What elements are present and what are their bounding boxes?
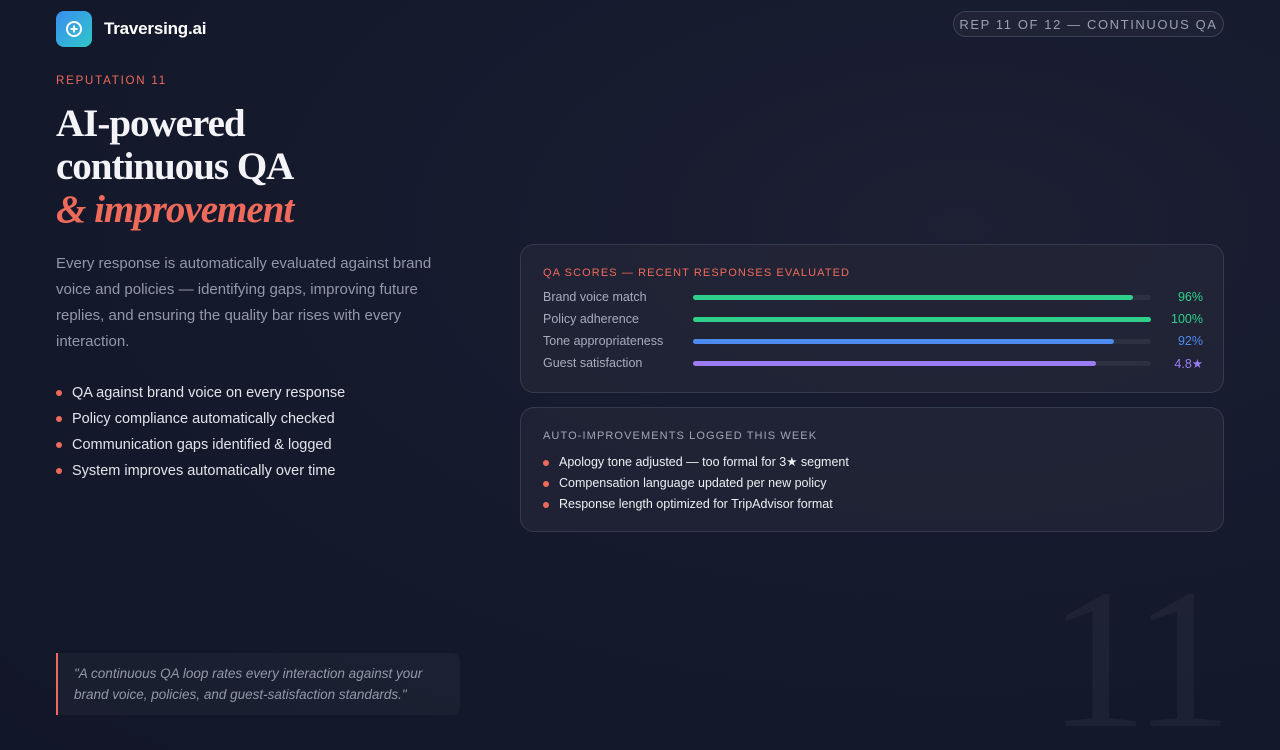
- score-value: 92%: [1177, 334, 1203, 348]
- feature-list: QA against brand voice on every response…: [56, 380, 345, 484]
- brand-name[interactable]: Traversing.ai: [104, 19, 206, 39]
- score-bar-track: [693, 361, 1151, 366]
- feature-text: Policy compliance automatically checked: [72, 411, 335, 427]
- score-bar-track: [693, 295, 1151, 300]
- bullet-dot-icon: [56, 442, 62, 448]
- improvements-list: Apology tone adjusted — too formal for 3…: [543, 452, 849, 515]
- improvement-text: Response length optimized for TripAdviso…: [559, 497, 833, 511]
- qa-scores-title: QA SCORES — RECENT RESPONSES EVALUATED: [543, 267, 851, 279]
- score-row: Policy adherence 100%: [543, 311, 1203, 329]
- title-line-2: continuous QA: [56, 145, 294, 188]
- score-row: Tone appropriateness 92%: [543, 333, 1203, 351]
- eyebrow-label: REPUTATION 11: [56, 75, 167, 87]
- feature-item: System improves automatically over time: [56, 458, 345, 484]
- improvement-text: Apology tone adjusted — too formal for 3…: [559, 455, 849, 469]
- feature-text: Communication gaps identified & logged: [72, 437, 332, 453]
- score-bar-fill: [693, 361, 1097, 366]
- score-label: Brand voice match: [543, 290, 647, 304]
- bullet-dot-icon: [56, 468, 62, 474]
- score-label: Tone appropriateness: [543, 334, 664, 348]
- feature-item: Policy compliance automatically checked: [56, 406, 345, 432]
- bullet-dot-icon: [543, 502, 549, 508]
- improvement-item: Apology tone adjusted — too formal for 3…: [543, 452, 849, 473]
- score-label: Policy adherence: [543, 312, 639, 326]
- score-bar-fill: [693, 295, 1133, 300]
- feature-item: Communication gaps identified & logged: [56, 432, 345, 458]
- plus-circle-icon: [66, 21, 82, 37]
- feature-item: QA against brand voice on every response: [56, 380, 345, 406]
- qa-scores-card: QA SCORES — RECENT RESPONSES EVALUATED B…: [520, 244, 1224, 393]
- page-title: AI-powered continuous QA & improvement: [56, 102, 294, 231]
- score-row: Brand voice match 96%: [543, 289, 1203, 307]
- bullet-dot-icon: [56, 390, 62, 396]
- score-bar-track: [693, 317, 1151, 322]
- pull-quote: "A continuous QA loop rates every intera…: [56, 653, 460, 715]
- improvements-title: AUTO-IMPROVEMENTS LOGGED THIS WEEK: [543, 430, 818, 442]
- score-label: Guest satisfaction: [543, 356, 643, 370]
- improvement-item: Compensation language updated per new po…: [543, 473, 849, 494]
- score-row: Guest satisfaction 4.8★: [543, 355, 1203, 373]
- title-accent: & improvement: [56, 188, 294, 231]
- improvement-text: Compensation language updated per new po…: [559, 476, 827, 490]
- score-bar-track: [693, 339, 1151, 344]
- slide-number-watermark: 11: [1048, 560, 1233, 750]
- improvement-item: Response length optimized for TripAdviso…: [543, 494, 849, 515]
- improvements-card: AUTO-IMPROVEMENTS LOGGED THIS WEEK Apolo…: [520, 407, 1224, 532]
- score-bar-fill: [693, 317, 1151, 322]
- score-bar-fill: [693, 339, 1115, 344]
- bullet-dot-icon: [56, 416, 62, 422]
- brand-logo[interactable]: [56, 11, 92, 47]
- description: Every response is automatically evaluate…: [56, 255, 432, 350]
- score-value: 100%: [1171, 312, 1203, 326]
- bullet-dot-icon: [543, 481, 549, 487]
- score-value: 96%: [1177, 290, 1203, 304]
- score-value: 4.8★: [1174, 357, 1203, 371]
- feature-text: QA against brand voice on every response: [72, 385, 346, 401]
- feature-text: System improves automatically over time: [72, 463, 336, 479]
- bullet-dot-icon: [543, 460, 549, 466]
- title-line-1: AI-powered: [56, 102, 246, 145]
- progress-pill: REP 11 OF 12 — CONTINUOUS QA: [953, 11, 1224, 37]
